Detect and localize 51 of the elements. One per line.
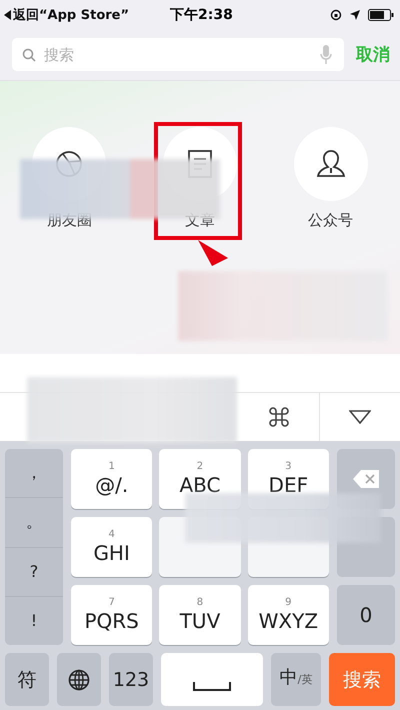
keyboard-key[interactable]: 0 <box>337 585 395 645</box>
symbol-key[interactable]: ? <box>5 548 63 597</box>
category-label: 公众号 <box>308 210 354 230</box>
key-letters: /英 <box>298 672 312 687</box>
keyboard-key[interactable]: 1 @/. <box>71 449 152 509</box>
search-field[interactable]: 搜索 <box>42 44 314 65</box>
key-letters: @/. <box>95 473 128 497</box>
rotation-lock-icon <box>330 8 342 21</box>
key-letters: WXYZ <box>258 609 318 633</box>
back-arrow-icon <box>4 10 11 20</box>
language-key[interactable]: 中/英 <box>271 653 321 706</box>
keyboard-key[interactable]: 123 <box>109 653 153 706</box>
person-icon <box>316 148 346 180</box>
keyboard-key[interactable]: 符 <box>5 653 49 706</box>
key-digit: 1 <box>108 461 115 473</box>
key-letters: DEF <box>268 473 308 497</box>
category-label: 朋友圈 <box>46 210 92 230</box>
keyboard-key[interactable]: 4 GHI <box>71 517 152 577</box>
keyboard-key[interactable]: 8 TUV <box>159 585 241 645</box>
search-icon <box>22 48 36 62</box>
key-digit: 4 <box>108 529 115 541</box>
key-letters: PQRS <box>84 609 139 633</box>
symbol-key[interactable]: 。 <box>5 498 63 548</box>
globe-icon <box>68 668 90 690</box>
cloverleaf-icon[interactable] <box>267 405 292 430</box>
pointer-arrow <box>198 240 228 266</box>
search-bar[interactable]: 搜索 <box>12 38 344 72</box>
collapse-keyboard-icon[interactable] <box>349 410 372 424</box>
key-letters: 中 <box>280 666 298 689</box>
key-digit: 7 <box>108 597 115 609</box>
key-letters: ABC <box>179 473 220 497</box>
battery-icon <box>368 8 394 21</box>
key-digit: 9 <box>285 597 292 609</box>
key-digit: 2 <box>196 461 204 473</box>
symbol-key[interactable]: ! <box>5 596 63 645</box>
microphone-icon[interactable] <box>320 44 332 65</box>
key-letters: TUV <box>180 609 220 633</box>
keyboard-key[interactable]: 9 WXYZ <box>248 585 329 645</box>
status-time: 下午2:38 <box>170 6 233 24</box>
key-digit: 8 <box>196 597 204 609</box>
globe-key[interactable] <box>57 653 101 706</box>
location-icon <box>350 10 360 20</box>
key-letters: GHI <box>93 541 130 565</box>
key-digit: 3 <box>285 461 292 473</box>
delete-icon <box>353 470 379 488</box>
symbol-key[interactable]: ， <box>5 449 63 498</box>
back-link[interactable]: 返回“App Store” <box>13 6 130 24</box>
space-icon <box>193 682 231 692</box>
keyboard-key[interactable]: 7 PQRS <box>71 585 152 645</box>
category-label: 文章 <box>184 210 215 230</box>
space-key[interactable] <box>161 653 263 706</box>
